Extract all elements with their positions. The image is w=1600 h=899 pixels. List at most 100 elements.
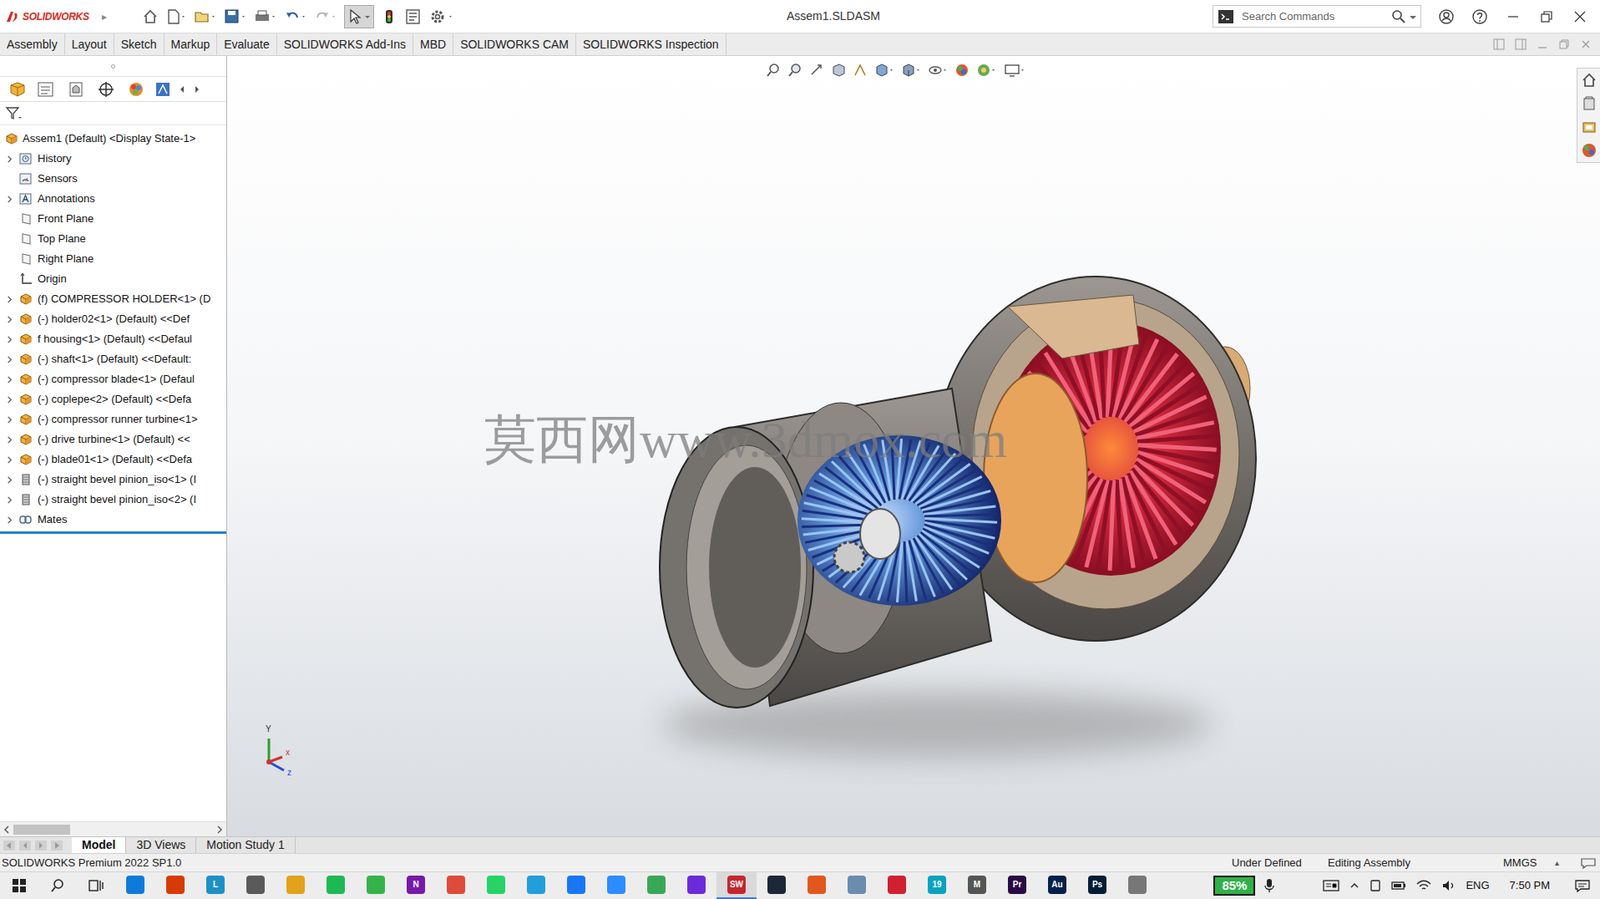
new-document-icon[interactable] — [165, 8, 188, 26]
scrollbar-thumb[interactable] — [13, 824, 71, 835]
volume-icon[interactable] — [1440, 877, 1458, 893]
expand-arrow-icon[interactable] — [0, 312, 19, 326]
expand-arrow-icon[interactable] — [0, 512, 19, 527]
doc-minimize-icon[interactable] — [1536, 38, 1549, 51]
property-manager-tab-icon[interactable] — [33, 80, 59, 99]
display-manager-tab-icon[interactable] — [123, 80, 149, 99]
command-tab[interactable]: Markup — [164, 33, 218, 56]
tree-item[interactable]: f housing<1> (Default) <<Defaul — [0, 329, 227, 350]
appearances-icon[interactable] — [1580, 141, 1598, 159]
expand-arrow-icon[interactable] — [0, 472, 19, 487]
command-tab[interactable]: SOLIDWORKS Inspection — [576, 33, 727, 56]
redo-icon[interactable] — [313, 8, 338, 26]
bottom-tab[interactable]: Motion Study 1 — [196, 836, 295, 853]
expand-arrow-icon[interactable] — [0, 432, 19, 446]
expand-arrow-icon[interactable] — [0, 352, 19, 366]
status-tooltip-icon[interactable] — [1578, 855, 1599, 870]
search-box[interactable] — [1212, 5, 1422, 28]
news-widget-icon[interactable] — [1321, 877, 1341, 893]
command-tab[interactable]: Layout — [65, 33, 115, 56]
scroll-right-icon[interactable] — [212, 822, 227, 836]
app-logo[interactable]: SOLIDWORKS ▸ — [0, 9, 117, 25]
expand-arrow-icon[interactable] — [0, 192, 19, 206]
taskbar-app[interactable] — [556, 871, 597, 899]
tree-item[interactable]: (-) holder02<1> (Default) <<Def — [0, 308, 227, 330]
restore-icon[interactable] — [1538, 8, 1555, 26]
taskbar-app[interactable] — [155, 871, 196, 899]
select-button[interactable] — [344, 5, 375, 29]
doc-close-icon[interactable] — [1579, 38, 1592, 51]
bottom-tab[interactable]: 3D Views — [126, 836, 197, 853]
taskbar-app[interactable]: SW — [716, 871, 757, 899]
tray-chevron-icon[interactable] — [1348, 877, 1361, 893]
tab-scroll-right-icon[interactable] — [192, 80, 203, 99]
notifications-icon[interactable] — [1573, 877, 1592, 893]
previous-tab-icon[interactable] — [18, 839, 32, 851]
expand-arrow-icon[interactable] — [0, 372, 19, 386]
taskbar-app[interactable] — [475, 871, 517, 899]
taskbar-search-button[interactable] — [38, 871, 77, 899]
save-icon[interactable] — [223, 8, 248, 26]
dimxpert-tab-icon[interactable] — [93, 80, 119, 99]
taskbar-app[interactable] — [315, 871, 356, 899]
bottom-tab[interactable]: Model — [71, 836, 127, 853]
feature-manager-tab-icon[interactable] — [6, 80, 29, 99]
expand-arrow-icon[interactable] — [0, 292, 19, 306]
search-input[interactable] — [1241, 8, 1391, 26]
tree-item[interactable]: (-) drive turbine<1> (Default) << — [0, 429, 227, 450]
tree-item[interactable]: (f) COMPRESSOR HOLDER<1> (D — [0, 288, 227, 309]
display-style-icon[interactable] — [901, 62, 922, 78]
view-settings-icon[interactable] — [1002, 62, 1027, 78]
expand-arrow-icon[interactable] — [0, 151, 19, 166]
tree-item[interactable]: (-) straight bevel pinion_iso<1> (I — [0, 469, 227, 490]
taskbar-app[interactable] — [1117, 871, 1158, 899]
app-menu-arrow[interactable]: ▸ — [101, 9, 107, 25]
resources-home-icon[interactable] — [1580, 71, 1598, 89]
open-folder-icon[interactable] — [193, 8, 218, 26]
taskbar-app[interactable]: L — [195, 871, 236, 899]
tree-item[interactable]: (-) compressor blade<1> (Defaul — [0, 369, 227, 390]
taskbar-app[interactable] — [756, 871, 797, 899]
tree-item[interactable]: (-) straight bevel pinion_iso<2> (I — [0, 489, 227, 510]
tree-item[interactable]: Sensors — [0, 168, 227, 189]
doc-restore-icon[interactable] — [1558, 38, 1570, 51]
tile-left-icon[interactable] — [1493, 38, 1505, 51]
dynamic-annotation-icon[interactable] — [852, 62, 868, 78]
taskbar-app[interactable] — [435, 871, 476, 899]
expand-arrow-icon[interactable] — [0, 492, 19, 507]
search-icon[interactable] — [1390, 8, 1408, 26]
taskbar-app[interactable] — [676, 871, 717, 899]
tree-item[interactable]: (-) coplepe<2> (Default) <<Defa — [0, 389, 227, 410]
filter-funnel-icon[interactable] — [5, 106, 24, 122]
edit-appearance-icon[interactable] — [954, 62, 970, 78]
taskbar-app[interactable] — [235, 871, 276, 899]
previous-view-icon[interactable] — [809, 62, 825, 78]
print-icon[interactable] — [253, 8, 278, 26]
options-gear-icon[interactable] — [429, 8, 455, 26]
tree-item[interactable]: Origin — [0, 268, 227, 289]
taskbar-app[interactable]: Au — [1037, 871, 1078, 899]
expand-arrow-icon[interactable] — [0, 332, 19, 346]
taskbar-app[interactable]: M — [956, 871, 998, 899]
search-dropdown-icon[interactable] — [1407, 8, 1419, 26]
clock[interactable]: 7:50 PM — [1509, 876, 1550, 894]
tree-item[interactable]: Right Plane — [0, 248, 227, 269]
last-tab-icon[interactable] — [50, 839, 64, 851]
next-tab-icon[interactable] — [34, 839, 48, 851]
design-library-icon[interactable] — [1580, 95, 1598, 112]
taskbar-app[interactable] — [636, 871, 677, 899]
command-tab[interactable]: MBD — [413, 33, 454, 56]
tile-right-icon[interactable] — [1514, 38, 1527, 51]
zoom-area-icon[interactable] — [787, 62, 803, 78]
wifi-icon[interactable] — [1415, 877, 1433, 893]
command-tab[interactable]: SOLIDWORKS CAM — [453, 33, 577, 56]
zoom-to-fit-icon[interactable] — [765, 62, 781, 78]
file-explorer-icon[interactable] — [1580, 118, 1598, 136]
rebuild-icon[interactable] — [380, 8, 398, 26]
expand-arrow-icon[interactable] — [0, 392, 19, 406]
taskbar-app[interactable]: Pr — [997, 871, 1038, 899]
graphics-viewport[interactable]: 莫西网www.3dmox.com Y x z — [227, 55, 1600, 836]
tablet-icon[interactable] — [1368, 877, 1383, 893]
tree-item[interactable]: (-) shaft<1> (Default) <<Default: — [0, 349, 227, 370]
command-tab[interactable]: Assembly — [0, 33, 66, 56]
